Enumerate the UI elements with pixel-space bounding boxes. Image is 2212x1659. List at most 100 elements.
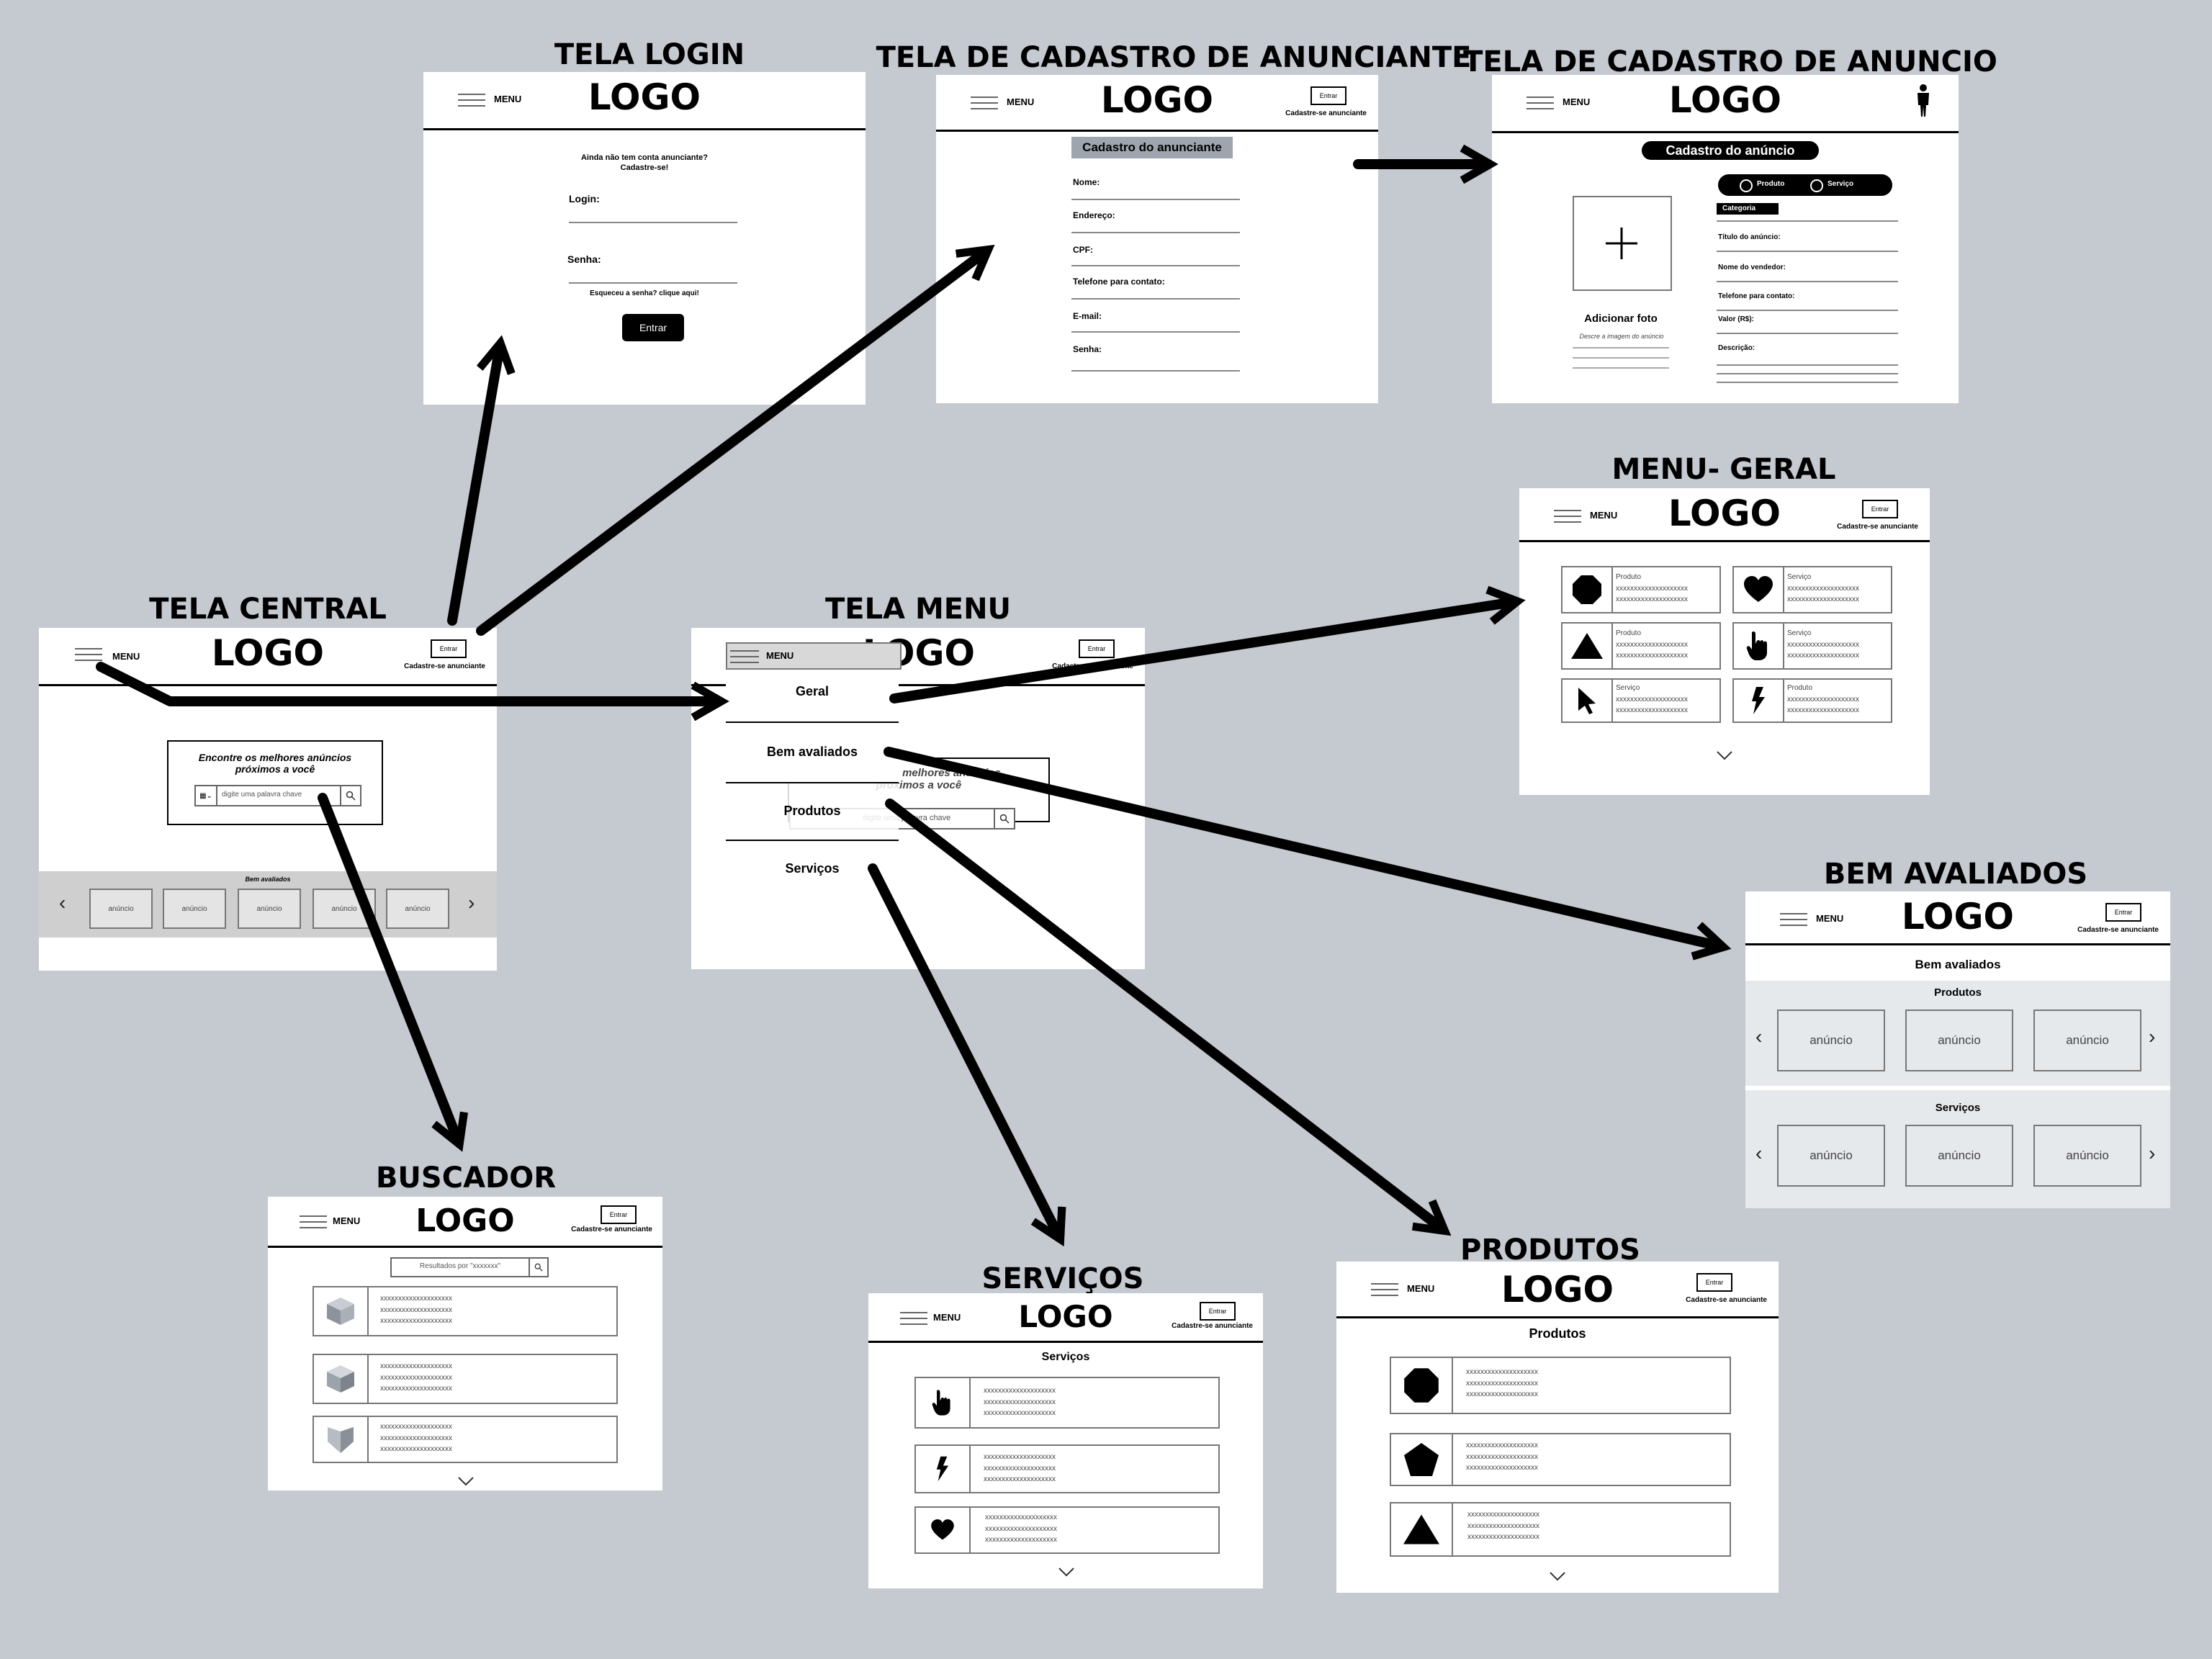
ad-card[interactable]: anúncio <box>2033 1125 2141 1187</box>
menu-label[interactable]: MENU <box>933 1312 961 1323</box>
chevron-right-icon[interactable]: › <box>2149 1027 2155 1047</box>
results-query[interactable]: Resultados por "xxxxxxx" <box>392 1262 529 1270</box>
result-item[interactable]: xxxxxxxxxxxxxxxxxxxx xxxxxxxxxxxxxxxxxxx… <box>313 1286 618 1336</box>
ad-card[interactable]: anúncio <box>1777 1125 1885 1187</box>
register-link[interactable]: Cadastre-se anunciante <box>1172 1322 1253 1330</box>
chevron-down-icon[interactable] <box>1717 750 1732 760</box>
service-item[interactable]: xxxxxxxxxxxxxxxxxxxx xxxxxxxxxxxxxxxxxxx… <box>914 1506 1220 1554</box>
hamburger-icon[interactable] <box>730 650 759 663</box>
person-icon[interactable] <box>1914 84 1933 118</box>
category-dropdown[interactable]: ▦⌄ <box>196 786 217 805</box>
field-password[interactable] <box>1071 370 1240 372</box>
photo-description-line[interactable] <box>1573 347 1669 349</box>
ad-card[interactable]: anúncio <box>89 889 153 929</box>
category-field[interactable]: Categoria <box>1717 203 1779 215</box>
hamburger-icon[interactable] <box>1780 913 1807 926</box>
chevron-down-icon[interactable] <box>1058 1567 1074 1577</box>
side-menu-item-servicos[interactable]: Serviços <box>726 841 899 899</box>
enter-button[interactable]: Entrar <box>1310 86 1346 105</box>
enter-button[interactable]: Entrar <box>1862 500 1898 518</box>
menu-label[interactable]: MENU <box>1007 96 1034 107</box>
ad-card[interactable]: anúncio <box>1905 1125 2013 1187</box>
ad-card[interactable]: anúncio <box>1905 1010 2013 1071</box>
hamburger-icon[interactable] <box>1527 96 1554 109</box>
register-link[interactable]: Cadastre-se anunciante <box>1837 523 1918 531</box>
radio-service[interactable] <box>1810 179 1823 192</box>
menu-label[interactable]: MENU <box>1816 913 1843 924</box>
field-phone[interactable] <box>1717 310 1898 311</box>
enter-button[interactable]: Entrar <box>1200 1302 1236 1321</box>
side-menu-item-produtos[interactable]: Produtos <box>726 783 899 841</box>
hamburger-icon[interactable] <box>971 96 998 109</box>
hamburger-icon[interactable] <box>300 1215 327 1228</box>
menu-label[interactable]: MENU <box>1563 96 1590 107</box>
register-link[interactable]: Cadastre-se anunciante <box>1285 109 1367 117</box>
chevron-right-icon[interactable]: › <box>2149 1143 2155 1164</box>
product-item[interactable]: xxxxxxxxxxxxxxxxxxxx xxxxxxxxxxxxxxxxxxx… <box>1390 1357 1731 1414</box>
service-item[interactable]: xxxxxxxxxxxxxxxxxxxx xxxxxxxxxxxxxxxxxxx… <box>914 1377 1220 1429</box>
enter-button[interactable]: Entrar <box>1079 639 1115 658</box>
menu-label[interactable]: MENU <box>1407 1283 1434 1294</box>
menu-label[interactable]: MENU <box>1590 510 1617 521</box>
ad-card[interactable]: anúncio <box>238 889 301 929</box>
chevron-down-icon[interactable] <box>458 1476 474 1486</box>
search-icon[interactable] <box>529 1259 547 1276</box>
register-link[interactable]: Cadastre-se anunciante <box>571 1226 652 1233</box>
hamburger-icon[interactable] <box>1371 1283 1398 1296</box>
menu-label[interactable]: MENU <box>494 94 521 104</box>
result-item[interactable]: xxxxxxxxxxxxxxxxxxxx xxxxxxxxxxxxxxxxxxx… <box>313 1354 618 1404</box>
field-price[interactable] <box>1717 333 1898 334</box>
search-icon[interactable] <box>994 809 1014 828</box>
field-name[interactable] <box>1071 199 1240 200</box>
chevron-left-icon[interactable]: ‹ <box>1755 1027 1762 1047</box>
general-item[interactable]: Produto xxxxxxxxxxxxxxxxxxxx xxxxxxxxxxx… <box>1561 622 1721 670</box>
enter-button[interactable]: Entrar <box>1696 1273 1732 1292</box>
forgot-password-link[interactable]: Esqueceu a senha? clique aqui! <box>423 289 866 297</box>
service-item[interactable]: xxxxxxxxxxxxxxxxxxxx xxxxxxxxxxxxxxxxxxx… <box>914 1444 1220 1493</box>
field-email[interactable] <box>1071 331 1240 333</box>
ad-card[interactable]: anúncio <box>313 889 376 929</box>
photo-description-line[interactable] <box>1573 357 1669 359</box>
ad-card[interactable]: anúncio <box>1777 1010 1885 1071</box>
radio-product[interactable] <box>1740 179 1753 192</box>
ad-card[interactable]: anúncio <box>386 889 449 929</box>
side-menu-item-geral[interactable]: Geral <box>726 670 899 723</box>
chevron-left-icon[interactable]: ‹ <box>59 893 66 913</box>
side-menu-header[interactable]: MENU <box>726 642 902 670</box>
chevron-right-icon[interactable]: › <box>468 893 475 913</box>
product-item[interactable]: xxxxxxxxxxxxxxxxxxxx xxxxxxxxxxxxxxxxxxx… <box>1390 1433 1731 1486</box>
chevron-down-icon[interactable] <box>1550 1571 1565 1581</box>
result-item[interactable]: xxxxxxxxxxxxxxxxxxxx xxxxxxxxxxxxxxxxxxx… <box>313 1416 618 1463</box>
menu-label[interactable]: MENU <box>333 1215 360 1226</box>
field-address[interactable] <box>1071 232 1240 233</box>
hamburger-icon[interactable] <box>75 648 102 661</box>
hamburger-icon[interactable] <box>900 1312 927 1325</box>
enter-button[interactable]: Entrar <box>2105 903 2141 922</box>
search-input[interactable]: digite uma palavra chave <box>222 791 302 799</box>
enter-button[interactable]: Entrar <box>431 639 467 658</box>
password-field[interactable] <box>569 282 737 284</box>
ad-card[interactable]: anúncio <box>2033 1010 2141 1071</box>
login-submit-button[interactable]: Entrar <box>622 314 684 341</box>
menu-label[interactable]: MENU <box>112 651 140 662</box>
general-item[interactable]: Produto xxxxxxxxxxxxxxxxxxxx xxxxxxxxxxx… <box>1732 678 1892 723</box>
side-menu-item-bem-avaliados[interactable]: Bem avaliados <box>726 723 899 783</box>
field-seller[interactable] <box>1717 281 1898 282</box>
hamburger-icon[interactable] <box>1554 510 1581 523</box>
register-link[interactable]: Cadastre-se anunciante <box>1686 1296 1767 1304</box>
enter-button[interactable]: Entrar <box>601 1205 637 1224</box>
product-item[interactable]: xxxxxxxxxxxxxxxxxxxx xxxxxxxxxxxxxxxxxxx… <box>1390 1502 1731 1557</box>
search-icon[interactable] <box>340 786 360 805</box>
register-link[interactable]: Cadastre-se anunciante <box>1052 662 1133 670</box>
general-item[interactable]: Produto xxxxxxxxxxxxxxxxxxxx xxxxxxxxxxx… <box>1561 566 1721 613</box>
field-description[interactable] <box>1717 382 1898 383</box>
field-description[interactable] <box>1717 364 1898 366</box>
general-item[interactable]: Serviço xxxxxxxxxxxxxxxxxxxx xxxxxxxxxxx… <box>1561 678 1721 723</box>
login-field[interactable] <box>569 222 737 223</box>
field-phone[interactable] <box>1071 298 1240 300</box>
ad-card[interactable]: anúncio <box>163 889 226 929</box>
chevron-left-icon[interactable]: ‹ <box>1755 1143 1762 1164</box>
register-link[interactable]: Cadastre-se anunciante <box>404 662 485 670</box>
add-photo-box[interactable] <box>1573 196 1672 291</box>
photo-description-line[interactable] <box>1573 367 1669 369</box>
